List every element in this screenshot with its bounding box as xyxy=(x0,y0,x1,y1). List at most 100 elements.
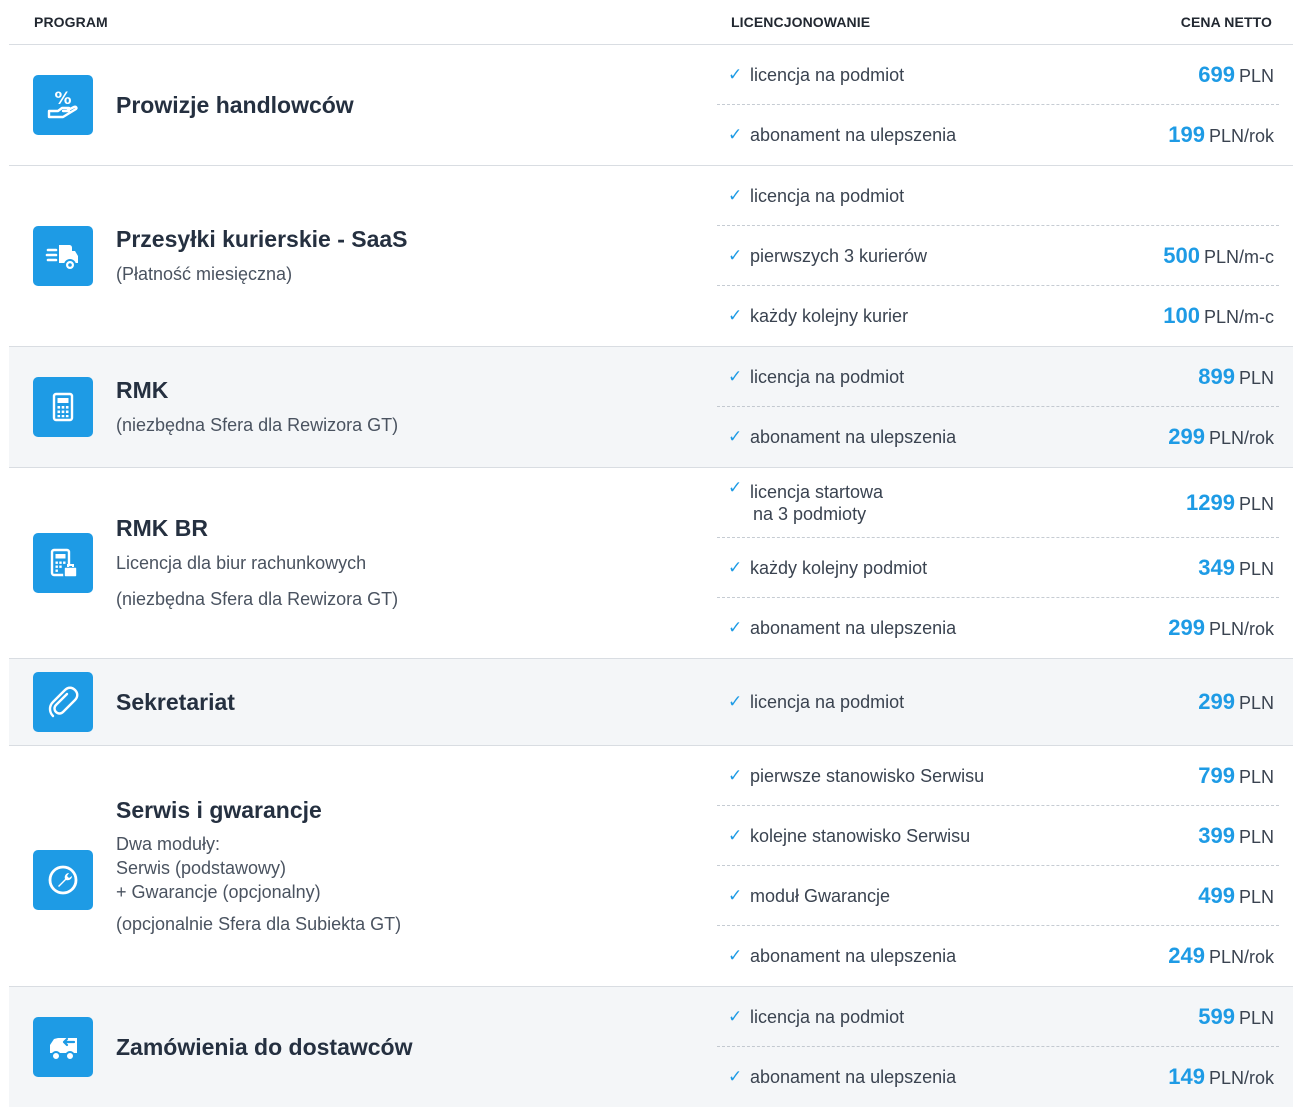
header-licensing: LICENCJONOWANIE xyxy=(731,14,871,30)
program-note: (niezbędna Sfera dla Rewizora GT) xyxy=(116,414,399,435)
price: 349 PLN xyxy=(1019,555,1279,581)
program-cell: Przesyłki kurierskie - SaaS (Płatność mi… xyxy=(9,166,717,346)
license-label: licencja na podmiot xyxy=(750,366,905,387)
price-amount: 299 xyxy=(1168,615,1205,640)
price-amount: 349 xyxy=(1198,554,1235,580)
license-label: abonament na ulepszenia xyxy=(750,1067,957,1087)
price-unit: PLN/rok xyxy=(1208,619,1274,639)
program-note-line: (niezbędna Sfera dla Rewizora GT) xyxy=(116,588,399,609)
price: 500 PLN/m-c xyxy=(1019,243,1279,269)
price-unit: PLN xyxy=(1238,558,1274,579)
program-name: Przesyłki kurierskie - SaaS xyxy=(116,225,408,252)
license-label: licencja startowa na 3 podmioty xyxy=(750,481,1019,525)
price-unit: PLN/rok xyxy=(1208,126,1274,146)
price: 899 PLN xyxy=(1019,364,1279,390)
price-amount: 499 xyxy=(1198,882,1235,908)
license-list: ✓ licencja na podmiot 299 PLN xyxy=(717,659,1279,745)
license-item: ✓ każdy kolejny podmiot 349 PLN xyxy=(717,538,1279,598)
license-item: ✓ abonament na ulepszenia 199 PLN/rok xyxy=(717,105,1279,165)
license-label: każdy kolejny podmiot xyxy=(750,557,928,578)
price-amount: 299 xyxy=(1168,424,1205,449)
header-price: CENA NETTO xyxy=(1180,14,1272,30)
check-icon: ✓ xyxy=(728,64,743,84)
price-amount: 899 xyxy=(1198,363,1235,389)
price: 299 PLN/rok xyxy=(1019,424,1279,450)
price: 149 PLN/rok xyxy=(1019,1064,1279,1090)
price-unit: PLN/m-c xyxy=(1203,307,1274,327)
price-unit: PLN xyxy=(1238,766,1274,787)
price-unit: PLN/rok xyxy=(1208,1068,1274,1088)
license-label: kolejne stanowisko Serwisu xyxy=(750,825,971,846)
pricing-table: PROGRAM LICENCJONOWANIE CENA NETTO % Pro… xyxy=(9,0,1293,1107)
license-label: pierwsze stanowisko Serwisu xyxy=(750,765,985,786)
percent-hand-icon: % xyxy=(33,75,93,135)
check-icon: ✓ xyxy=(728,825,743,845)
wrench-icon xyxy=(33,850,93,910)
price-amount: 249 xyxy=(1168,943,1205,968)
license-list: ✓ licencja na podmiot 899 PLN ✓ abonament… xyxy=(717,347,1279,467)
program-row-prowizje: % Prowizje handlowców ✓ licencja na podm… xyxy=(9,45,1293,166)
price-amount: 1299 xyxy=(1186,489,1235,515)
delivery-truck-icon xyxy=(33,226,93,286)
program-note-line: Dwa moduły: xyxy=(116,833,221,854)
check-icon: ✓ xyxy=(728,245,743,265)
license-list: ✓ licencja startowa na 3 podmioty 1299 PL… xyxy=(717,468,1279,658)
price-unit: PLN xyxy=(1238,886,1274,907)
price: 100 PLN/m-c xyxy=(1019,303,1279,329)
license-item: ✓ pierwszych 3 kurierów 500 PLN/m-c xyxy=(717,226,1279,286)
license-label: licencja na podmiot xyxy=(750,1006,905,1027)
price-unit: PLN xyxy=(1238,493,1274,514)
license-item: ✓ abonament na ulepszenia 149 PLN/rok xyxy=(717,1047,1279,1107)
price-unit: PLN/m-c xyxy=(1203,246,1274,267)
price: 699 PLN xyxy=(1019,62,1279,88)
check-icon: ✓ xyxy=(728,618,743,637)
license-list: ✓ pierwsze stanowisko Serwisu 799 PLN ✓ k… xyxy=(717,746,1279,986)
program-row-przesylki: Przesyłki kurierskie - SaaS (Płatność mi… xyxy=(9,166,1293,347)
price-amount: 699 xyxy=(1198,61,1235,87)
license-label: każdy kolejny kurier xyxy=(750,306,909,326)
price: 1299 PLN xyxy=(1019,490,1279,516)
price-amount: 500 xyxy=(1163,242,1200,268)
license-item: ✓ licencja na podmiot 899 PLN xyxy=(717,347,1279,407)
license-item: ✓ licencja startowa na 3 podmioty 1299 PL… xyxy=(717,468,1279,538)
license-item: ✓ kolejne stanowisko Serwisu 399 PLN xyxy=(717,806,1279,866)
program-row-rmk-br: RMK BR Licencja dla biur rachunkowych (n… xyxy=(9,468,1293,659)
license-label: abonament na ulepszenia xyxy=(750,618,957,638)
program-note-line: (opcjonalnie Sfera dla Subiekta GT) xyxy=(116,913,402,934)
license-label: licencja na podmiot xyxy=(750,692,905,712)
price-amount: 199 xyxy=(1168,122,1205,147)
price: 299 PLN/rok xyxy=(1019,615,1279,641)
license-item: ✓ abonament na ulepszenia 249 PLN/rok xyxy=(717,926,1279,986)
price-amount: 599 xyxy=(1198,1003,1235,1029)
license-label-line: licencja startowa xyxy=(750,481,884,502)
license-label: pierwszych 3 kurierów xyxy=(750,245,928,266)
price-unit: PLN/rok xyxy=(1208,428,1274,448)
program-cell: Zamówienia do dostawców xyxy=(9,987,717,1107)
price-unit: PLN xyxy=(1238,826,1274,847)
check-icon: ✓ xyxy=(728,1067,743,1086)
program-cell: RMK BR Licencja dla biur rachunkowych (n… xyxy=(9,468,717,658)
header-program: PROGRAM xyxy=(34,14,108,30)
program-cell: % Prowizje handlowców xyxy=(9,45,717,165)
paperclip-icon xyxy=(33,672,93,732)
license-label: abonament na ulepszenia xyxy=(750,427,957,447)
program-note-line: Serwis (podstawowy) xyxy=(116,857,287,878)
program-row-serwis: Serwis i gwarancje Dwa moduły: Serwis (p… xyxy=(9,746,1293,987)
price-unit: PLN xyxy=(1238,367,1274,388)
price-unit: PLN xyxy=(1238,693,1274,713)
truck-arrow-icon xyxy=(33,1017,93,1077)
license-label: licencja na podmiot xyxy=(750,64,905,85)
price-amount: 100 xyxy=(1163,303,1200,328)
program-name: Serwis i gwarancje xyxy=(116,796,322,823)
price-amount: 149 xyxy=(1168,1064,1205,1089)
license-list: ✓ licencja na podmiot 599 PLN ✓ abonament… xyxy=(717,987,1279,1107)
price: 249 PLN/rok xyxy=(1019,943,1279,969)
license-item: ✓ moduł Gwarancje 499 PLN xyxy=(717,866,1279,926)
price: 499 PLN xyxy=(1019,883,1279,909)
license-item: ✓ licencja na podmiot 599 PLN xyxy=(717,987,1279,1047)
check-icon: ✓ xyxy=(728,366,743,386)
license-list: ✓ licencja na podmiot 699 PLN ✓ abonament… xyxy=(717,45,1279,165)
program-name: RMK BR xyxy=(116,514,208,541)
check-icon: ✓ xyxy=(728,946,743,965)
license-item: ✓ licencja na podmiot 699 PLN xyxy=(717,45,1279,105)
